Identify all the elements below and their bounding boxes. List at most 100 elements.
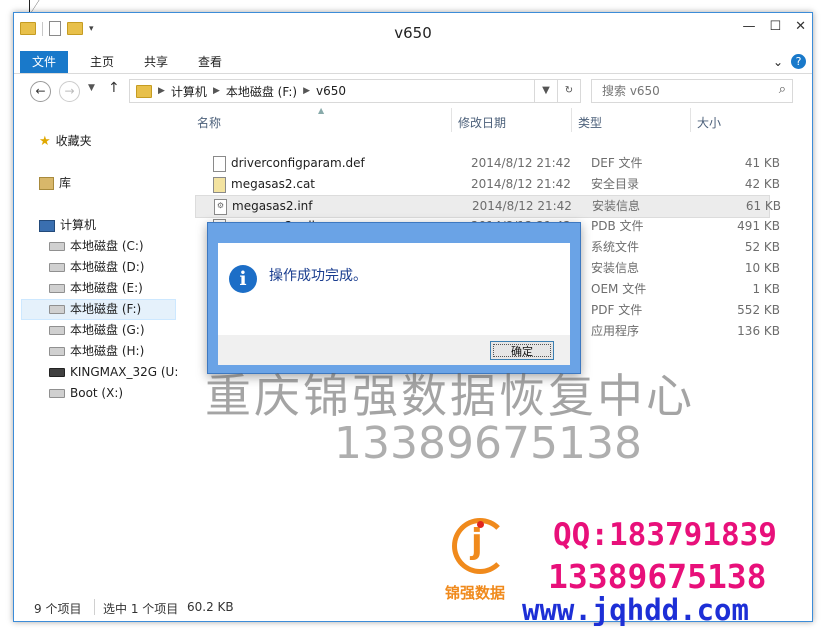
nav-drive-label: 本地磁盘 (G:) (70, 323, 145, 337)
tab-file[interactable]: 文件 (20, 51, 69, 73)
breadcrumb-v650[interactable]: v650 (316, 84, 346, 98)
status-selection: 选中 1 个项目 (103, 602, 179, 616)
nav-drive-label: 本地磁盘 (E:) (70, 281, 143, 295)
nav-drive-label: 本地磁盘 (C:) (70, 239, 144, 253)
file-type: PDB 文件 (591, 219, 644, 233)
nav-drive-g[interactable]: 本地磁盘 (G:) (49, 320, 145, 341)
status-selection-size: 60.2 KB (187, 600, 234, 614)
file-size: 491 KB (737, 219, 780, 233)
nav-libraries[interactable]: 库 (39, 173, 71, 194)
watermark-phone: 13389675138 (334, 418, 642, 469)
column-header-type[interactable]: 类型 (578, 114, 602, 131)
column-header-size[interactable]: 大小 (697, 114, 721, 131)
nav-drive-c[interactable]: 本地磁盘 (C:) (49, 236, 144, 257)
column-divider[interactable] (451, 108, 452, 132)
nav-drive-e[interactable]: 本地磁盘 (E:) (49, 278, 143, 299)
file-row[interactable]: driverconfigparam.def 2014/8/12 21:42 DE… (195, 153, 780, 174)
info-icon: i (229, 265, 257, 293)
ok-button[interactable]: 确定 (490, 341, 554, 360)
address-actions: ▼ ↻ (534, 80, 580, 102)
file-type: PDF 文件 (591, 303, 643, 317)
sort-ascending-icon: ▲ (318, 106, 325, 115)
nav-drive-h[interactable]: 本地磁盘 (H:) (49, 341, 144, 362)
star-icon: ★ (39, 134, 51, 149)
expand-ribbon-icon[interactable]: ⌄ (773, 55, 783, 69)
drive-icon (49, 389, 65, 398)
column-divider[interactable] (690, 108, 691, 132)
tab-view[interactable]: 查看 (186, 51, 234, 73)
chevron-right-icon[interactable]: ▶ (303, 86, 310, 96)
file-type: DEF 文件 (591, 156, 643, 170)
address-dropdown-icon[interactable]: ▼ (534, 80, 557, 102)
nav-favorites-label: 收藏夹 (55, 134, 92, 148)
nav-computer-label: 计算机 (60, 218, 97, 232)
forward-button[interactable]: → (59, 81, 80, 102)
address-bar[interactable]: ▶ 计算机 ▶ 本地磁盘 (F:) ▶ v650 ▼ ↻ (129, 79, 581, 103)
nav-drive-d[interactable]: 本地磁盘 (D:) (49, 257, 144, 278)
file-size: 52 KB (744, 240, 780, 254)
file-date: 2014/8/12 21:42 (472, 199, 572, 213)
chevron-right-icon[interactable]: ▶ (213, 86, 220, 96)
title-bar: ▾ v650 — ☐ ✕ (14, 13, 812, 51)
nav-drive-f[interactable]: 本地磁盘 (F:) (21, 299, 176, 320)
message-dialog: i 操作成功完成。 确定 (207, 222, 581, 374)
back-button[interactable]: ← (30, 81, 51, 102)
minimize-button[interactable]: — (742, 19, 755, 34)
nav-libraries-label: 库 (59, 176, 72, 190)
library-icon (39, 177, 54, 190)
watermark-phone-pink: 13389675138 (548, 557, 767, 596)
recent-locations-icon[interactable]: ▼ (88, 83, 95, 93)
logo-dot-icon (477, 521, 484, 528)
column-divider[interactable] (571, 108, 572, 132)
file-name: megasas2.inf (232, 199, 313, 213)
file-date: 2014/8/12 21:42 (471, 156, 571, 170)
maximize-button[interactable]: ☐ (769, 19, 781, 34)
security-catalog-icon (213, 177, 226, 193)
drive-icon (49, 284, 65, 293)
help-icon[interactable]: ? (791, 54, 806, 69)
file-date: 2014/8/12 21:42 (471, 177, 571, 191)
drive-icon (49, 326, 65, 335)
logo-text: 锦强数据 (445, 584, 506, 602)
file-row-selected[interactable]: ⚙ megasas2.inf 2014/8/12 21:42 安装信息 61 K… (195, 195, 781, 218)
close-button[interactable]: ✕ (795, 19, 806, 34)
file-size: 41 KB (744, 156, 780, 170)
nav-drive-label: KINGMAX_32G (U: (70, 365, 179, 379)
refresh-icon[interactable]: ↻ (557, 80, 580, 102)
file-name: megasas2.cat (231, 177, 316, 191)
column-header-name[interactable]: 名称 (197, 114, 221, 131)
ribbon-right-controls: ⌄ ? (773, 54, 806, 69)
tab-home[interactable]: 主页 (78, 51, 126, 73)
breadcrumb-drive-f[interactable]: 本地磁盘 (F:) (226, 83, 297, 100)
navigation-bar: ← → ▼ ↑ ▶ 计算机 ▶ 本地磁盘 (F:) ▶ v650 ▼ ↻ ⌕ (14, 74, 812, 106)
nav-favorites[interactable]: ★ 收藏夹 (39, 131, 92, 152)
up-button[interactable]: ↑ (108, 80, 120, 96)
ribbon-tabs: 文件 主页 共享 查看 ⌄ ? (14, 51, 812, 74)
tab-share[interactable]: 共享 (132, 51, 180, 73)
file-size: 136 KB (737, 324, 780, 338)
file-size: 42 KB (744, 177, 780, 191)
nav-drive-label: 本地磁盘 (H:) (70, 344, 145, 358)
file-row[interactable]: megasas2.cat 2014/8/12 21:42 安全目录 42 KB (195, 174, 780, 195)
nav-drive-u[interactable]: KINGMAX_32G (U: (49, 362, 178, 383)
file-name: driverconfigparam.def (231, 156, 365, 170)
file-type: 应用程序 (591, 324, 640, 338)
status-divider (94, 599, 95, 615)
window-controls: — ☐ ✕ (742, 19, 806, 34)
file-type: OEM 文件 (591, 282, 647, 296)
file-size: 61 KB (745, 199, 781, 213)
file-type: 安装信息 (592, 199, 641, 213)
column-header-date[interactable]: 修改日期 (458, 114, 506, 131)
search-icon[interactable]: ⌕ (779, 82, 786, 97)
setup-info-icon: ⚙ (214, 199, 227, 215)
status-item-count: 9 个项目 (34, 602, 82, 616)
nav-drive-x[interactable]: Boot (X:) (49, 383, 123, 404)
search-input[interactable] (600, 83, 764, 99)
watermark-company: 重庆锦强数据恢复中心 (205, 369, 695, 423)
chevron-right-icon[interactable]: ▶ (158, 86, 165, 96)
nav-computer[interactable]: 计算机 (39, 215, 96, 236)
file-type: 安全目录 (591, 177, 640, 191)
search-box[interactable]: ⌕ (591, 79, 793, 103)
address-folder-icon (136, 84, 152, 98)
breadcrumb-computer[interactable]: 计算机 (171, 83, 207, 100)
